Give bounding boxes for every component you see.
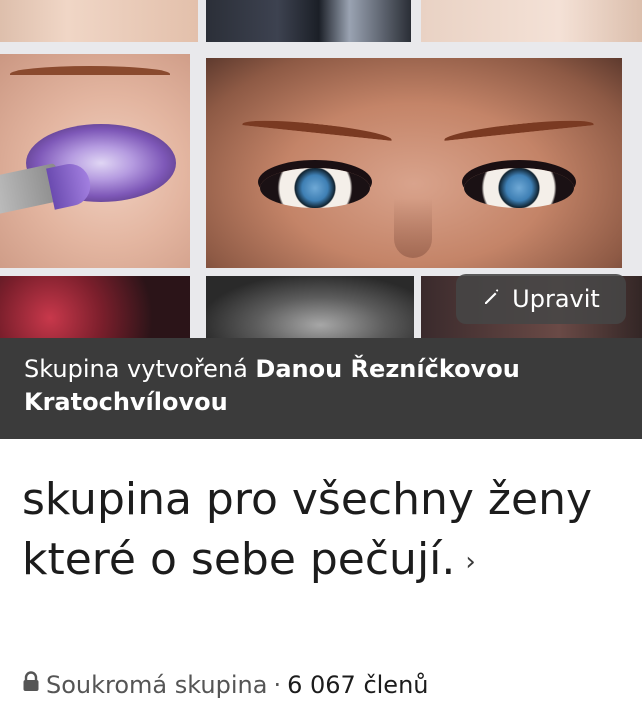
collage-tile-eye-makeup xyxy=(0,54,190,268)
lock-icon xyxy=(22,671,40,699)
collage-tile xyxy=(421,0,642,42)
group-title-text: skupina pro všechny ženy které o sebe pe… xyxy=(22,474,593,585)
pencil-icon xyxy=(482,285,502,313)
cover-photo[interactable]: Upravit xyxy=(0,0,642,338)
meta-separator: · xyxy=(273,671,282,699)
privacy-label: Soukromá skupina xyxy=(46,671,268,699)
group-meta: Soukromá skupina · 6 067 členů xyxy=(22,668,429,702)
group-title[interactable]: skupina pro všechny ženy které o sebe pe… xyxy=(22,470,622,596)
collage-tile-face xyxy=(206,58,622,268)
creator-prefix: Skupina vytvořená xyxy=(24,355,248,383)
chevron-right-icon: › xyxy=(465,547,476,577)
collage-tile xyxy=(206,0,411,42)
collage-tile xyxy=(206,276,414,338)
collage-tile xyxy=(0,0,198,42)
collage-tile xyxy=(0,276,190,338)
member-count-link[interactable]: 6 067 členů xyxy=(287,671,428,699)
edit-cover-button[interactable]: Upravit xyxy=(456,274,626,324)
group-creator-banner: Skupina vytvořená Danou Řezníčkovou Krat… xyxy=(0,338,642,439)
edit-cover-label: Upravit xyxy=(512,285,600,313)
